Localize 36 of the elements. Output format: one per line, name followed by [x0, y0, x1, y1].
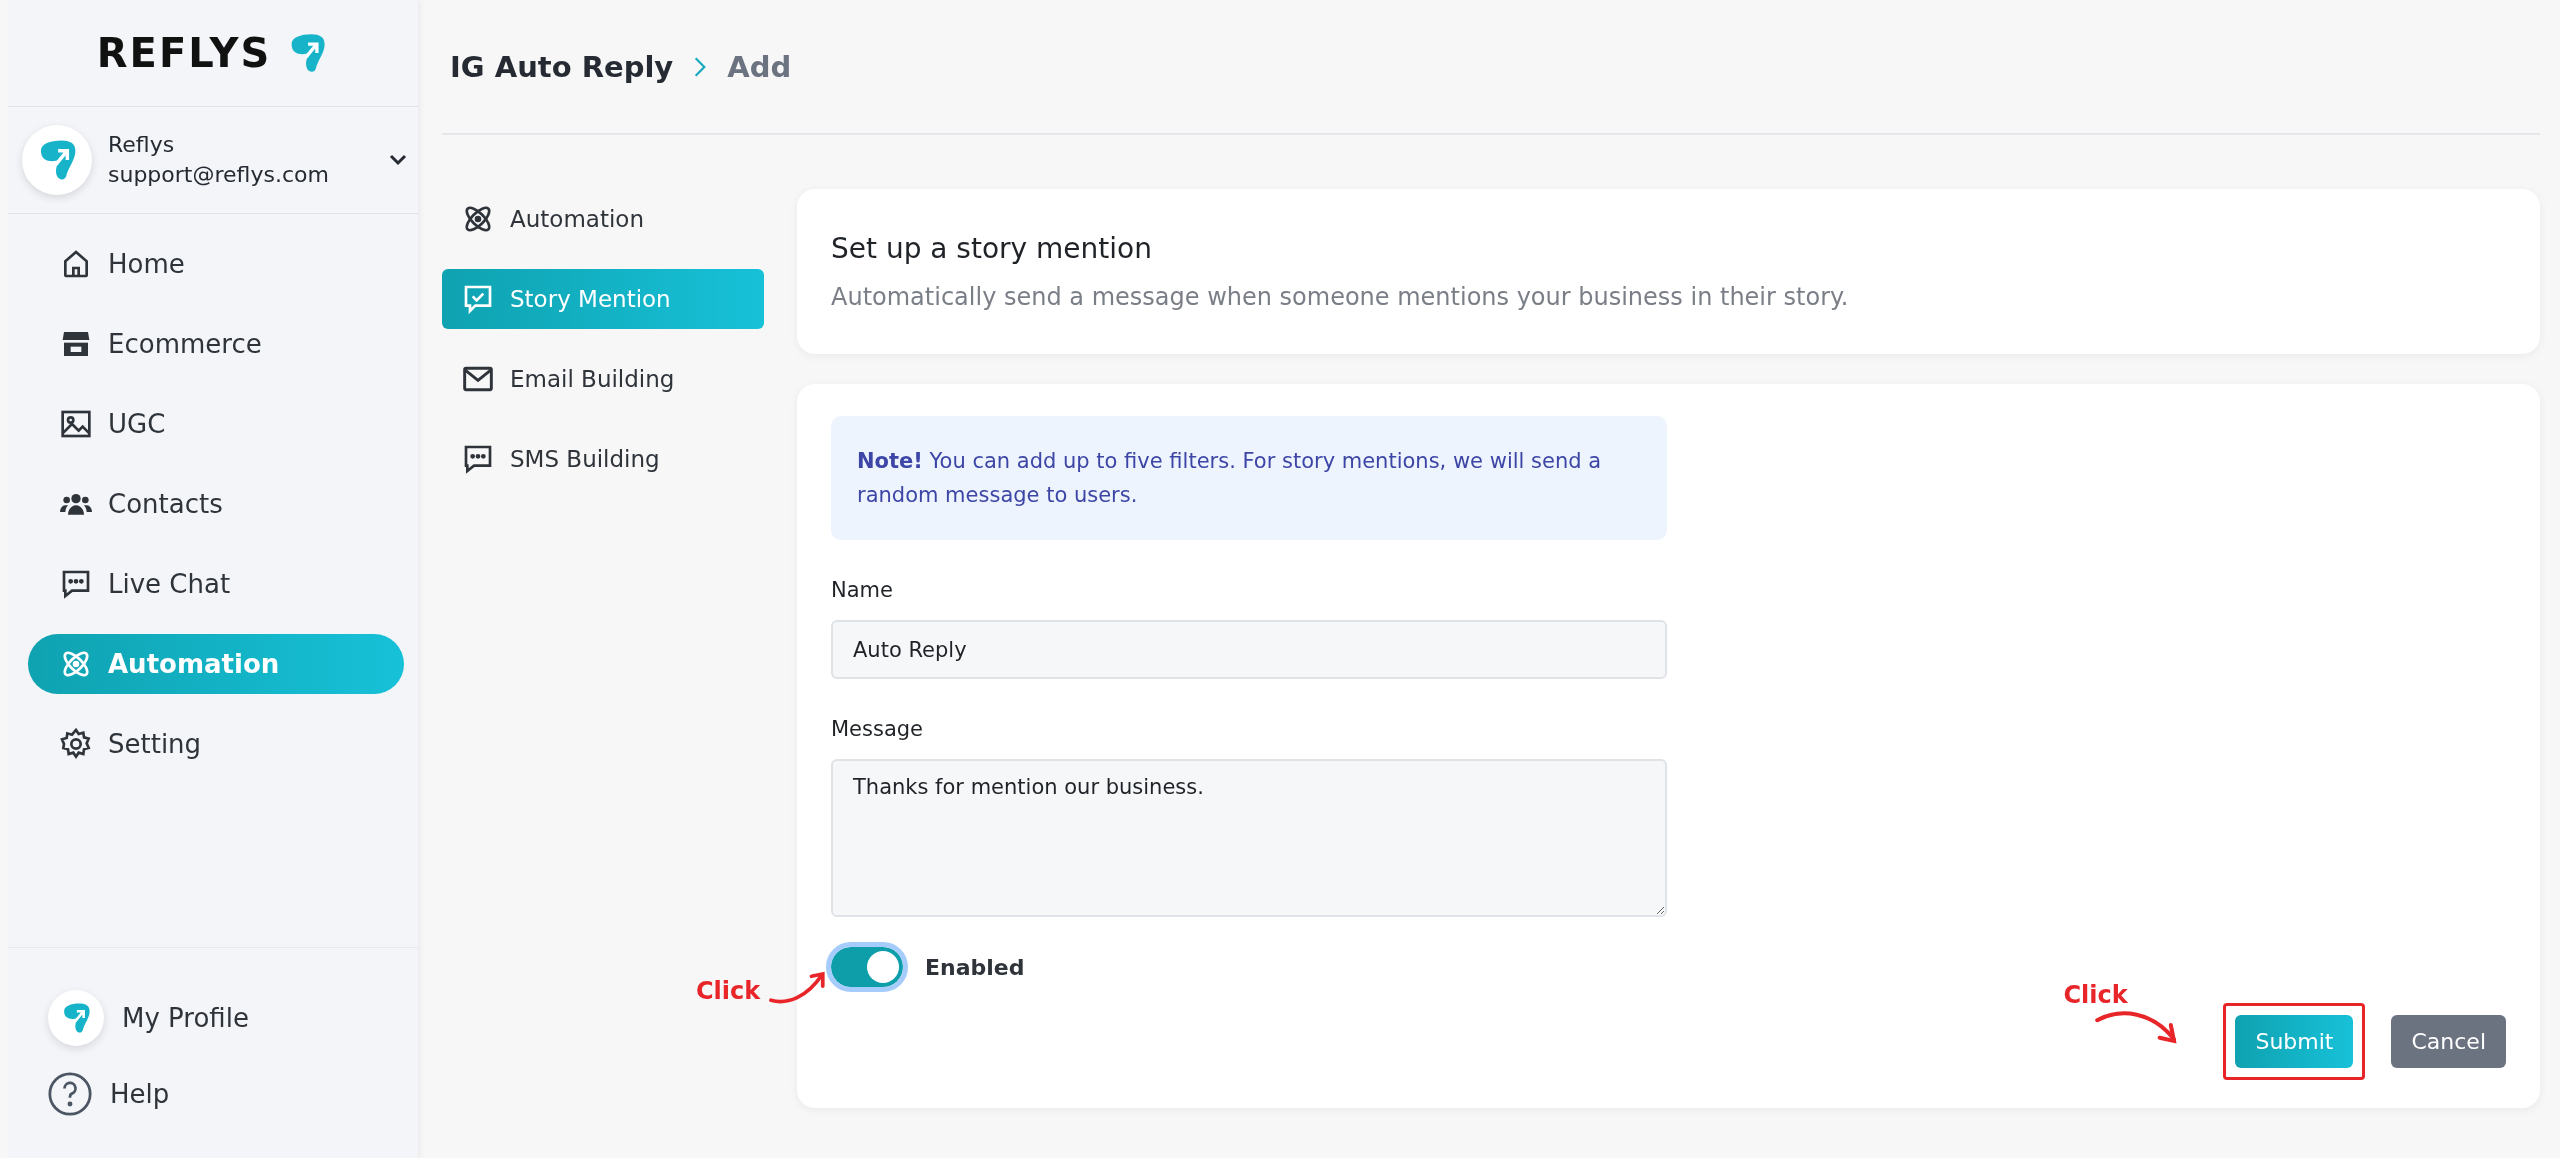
- nav-item[interactable]: Home: [28, 234, 404, 294]
- toggle-label: Enabled: [925, 954, 1025, 980]
- nav-item[interactable]: My Profile: [48, 990, 418, 1046]
- image-icon: [60, 408, 92, 440]
- annotation-label: Click: [696, 977, 761, 1005]
- field-label: Message: [831, 717, 924, 741]
- note-text: Note! You can add up to five filters. For story mentions, we will send a random message to users.: [831, 416, 1667, 540]
- account-switcher[interactable]: Reflys support@reflys.com: [8, 107, 418, 214]
- card-title: Set up a story mention: [831, 232, 1153, 265]
- cancel-button[interactable]: Cancel: [2391, 1015, 2506, 1068]
- avatar-logo-icon: [22, 125, 92, 195]
- settings-icon: [60, 728, 92, 760]
- nav-item[interactable]: Ecommerce: [28, 314, 404, 374]
- nav-item[interactable]: Contacts: [28, 474, 404, 534]
- avatar-logo-icon: [48, 990, 104, 1046]
- subnav-item[interactable]: SMS Building: [442, 429, 764, 489]
- help-icon: [48, 1072, 92, 1116]
- nav-item[interactable]: Setting: [28, 714, 404, 774]
- nav-item[interactable]: UGC: [28, 394, 404, 454]
- logo-wordmark: REFLYS: [96, 30, 272, 76]
- nav-item[interactable]: Live Chat: [28, 554, 404, 614]
- account-name: Reflys: [108, 131, 176, 159]
- message-textarea[interactable]: Thanks for mention our business.: [831, 759, 1667, 917]
- chat-check-icon: [462, 283, 494, 315]
- breadcrumb-link[interactable]: IG Auto Reply: [450, 49, 674, 84]
- nav-item[interactable]: Help: [48, 1072, 418, 1116]
- annotation-label: Click: [2063, 981, 2128, 1009]
- chat-icon: [462, 443, 494, 475]
- card-description: Automatically send a message when someone mentions your business in their story.: [831, 283, 1850, 311]
- chat-icon: [60, 568, 92, 600]
- breadcrumb-current: Add: [727, 49, 792, 84]
- field-label: Name: [831, 578, 893, 602]
- subnav-item[interactable]: Email Building: [442, 349, 764, 409]
- name-input[interactable]: Auto Reply: [831, 620, 1667, 679]
- subnav-item[interactable]: Automation: [442, 189, 764, 249]
- account-email: support@reflys.com: [108, 161, 330, 189]
